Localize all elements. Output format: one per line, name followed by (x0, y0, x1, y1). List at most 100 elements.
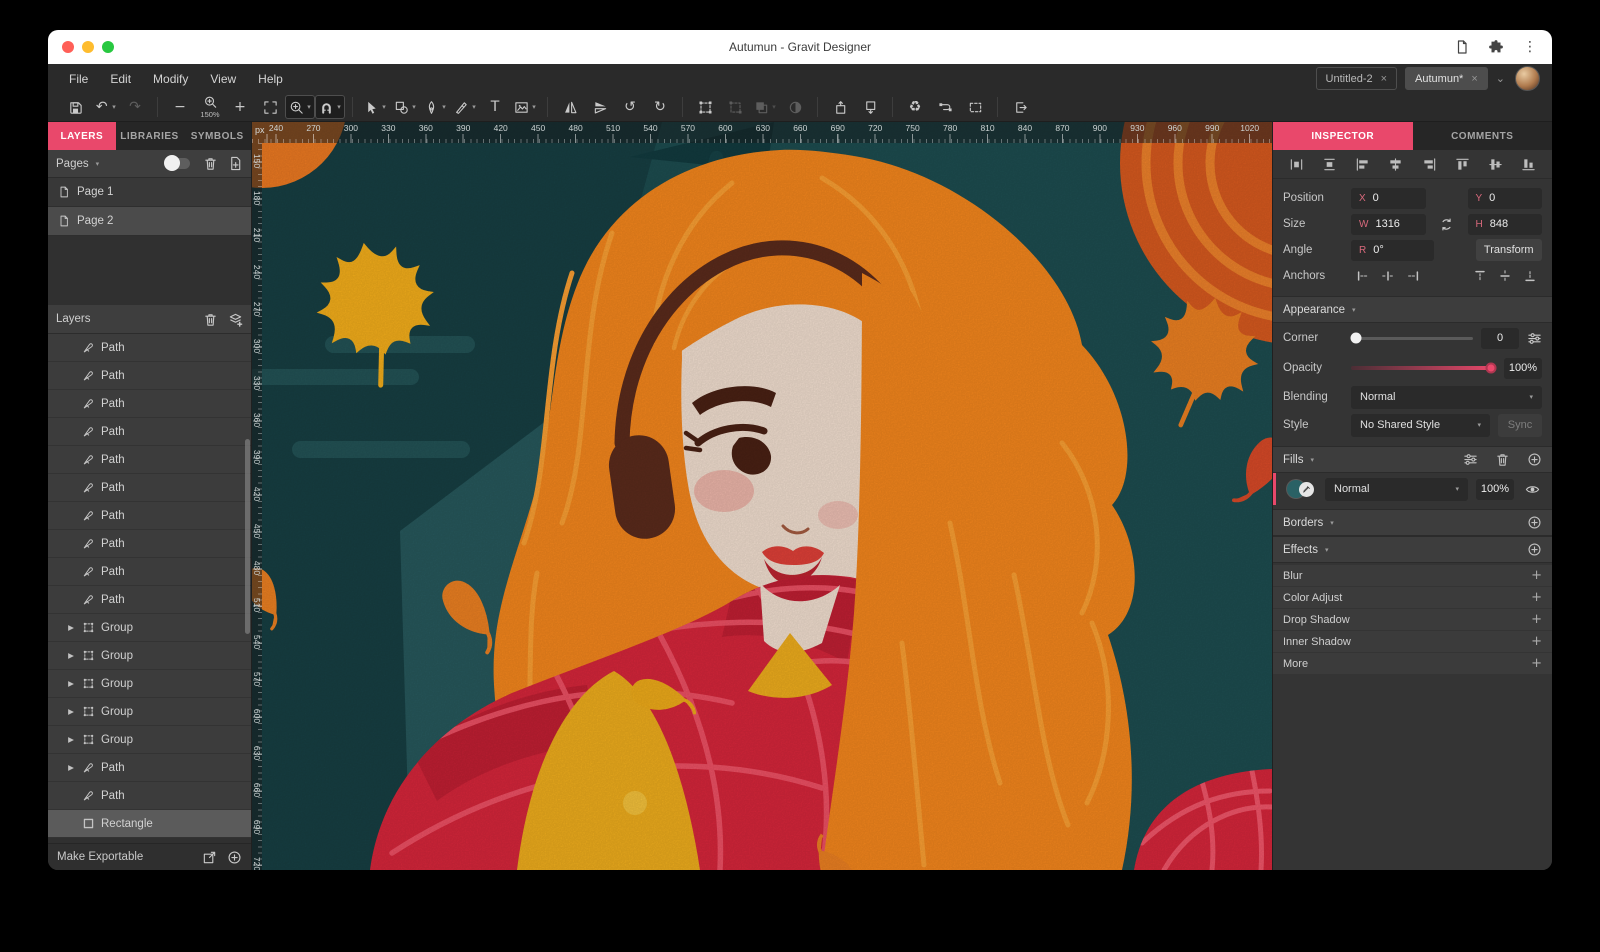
layer-row-path[interactable]: Path (48, 502, 251, 530)
tab-overflow-chevron-icon[interactable]: ⌄ (1496, 72, 1505, 85)
layer-row-path[interactable]: Path (48, 334, 251, 362)
pages-caret-icon[interactable]: ▾ (96, 160, 100, 168)
expander-icon[interactable]: ▶ (66, 735, 76, 744)
plus-circle-icon[interactable] (227, 850, 242, 865)
add-effect-icon[interactable]: + (1531, 590, 1542, 605)
maximize-window-button[interactable] (102, 41, 114, 53)
rotate-ccw-button[interactable]: ↺ (615, 95, 645, 119)
layer-row-group[interactable]: ▶Group (48, 726, 251, 754)
group-button[interactable] (690, 95, 720, 119)
anchor-top-icon[interactable] (1473, 269, 1487, 283)
add-effect-icon[interactable]: + (1531, 612, 1542, 627)
trash-icon[interactable] (203, 156, 218, 171)
tab-symbols[interactable]: SYMBOLS (183, 122, 251, 150)
kebab-menu-icon[interactable]: ⋮ (1522, 39, 1538, 55)
text-tool-button[interactable]: T (480, 95, 510, 119)
corner-value[interactable]: 0 (1481, 328, 1519, 349)
symbol-button[interactable]: ♻ (900, 95, 930, 119)
menu-view[interactable]: View (199, 72, 247, 86)
align-top-icon[interactable] (1455, 157, 1470, 172)
effect-row-color-adjust[interactable]: Color Adjust+ (1273, 587, 1552, 608)
pointer-tool-button[interactable]: ▾ (360, 95, 390, 119)
blending-dropdown[interactable]: Normal ▾ (1351, 386, 1542, 409)
layer-row-path[interactable]: Path (48, 530, 251, 558)
zoom-out-button[interactable]: − (165, 95, 195, 119)
tab-close-icon[interactable]: × (1381, 73, 1387, 85)
document-tab-untitled-2[interactable]: Untitled-2× (1316, 67, 1398, 90)
tab-layers[interactable]: LAYERS (48, 122, 116, 150)
fill-color-swatch[interactable] (1287, 479, 1317, 499)
plus-circle-icon[interactable] (1527, 515, 1542, 530)
layer-row-group[interactable]: ▶Group (48, 642, 251, 670)
layer-row-path[interactable]: Path (48, 362, 251, 390)
anchor-right-icon[interactable] (1406, 269, 1420, 283)
image-tool-button[interactable]: ▾ (510, 95, 540, 119)
slice-button[interactable] (960, 95, 990, 119)
plus-circle-icon[interactable] (1527, 542, 1542, 557)
distribute-vertical-icon[interactable] (1322, 157, 1337, 172)
zoom-level-control[interactable]: 150% (195, 95, 225, 119)
document-icon[interactable] (1454, 39, 1470, 55)
mask-button[interactable] (780, 95, 810, 119)
align-right-icon[interactable] (1422, 157, 1437, 172)
layer-row-path[interactable]: Path (48, 586, 251, 614)
expander-icon[interactable]: ▶ (66, 651, 76, 660)
align-middle-vertical-icon[interactable] (1488, 157, 1503, 172)
plus-circle-icon[interactable] (1527, 452, 1542, 467)
layer-row-path[interactable]: Path (48, 418, 251, 446)
opacity-value[interactable]: 100% (1504, 358, 1542, 379)
layers-scrollbar-thumb[interactable] (245, 439, 250, 634)
send-backward-button[interactable] (855, 95, 885, 119)
expander-icon[interactable]: ▶ (66, 623, 76, 632)
menu-file[interactable]: File (58, 72, 99, 86)
trash-icon[interactable] (203, 312, 218, 327)
layer-row-path[interactable]: Path (48, 558, 251, 586)
add-effect-icon[interactable]: + (1531, 568, 1542, 583)
tab-comments[interactable]: COMMENTS (1413, 122, 1553, 150)
ungroup-button[interactable] (720, 95, 750, 119)
layer-row-group[interactable]: ▶Group (48, 614, 251, 642)
opacity-slider[interactable] (1351, 361, 1496, 375)
flip-vertical-button[interactable] (585, 95, 615, 119)
fill-opacity-value[interactable]: 100% (1476, 479, 1514, 500)
layer-row-group[interactable]: ▶Group (48, 670, 251, 698)
size-width-field[interactable]: W 1316 (1351, 214, 1426, 235)
transform-button[interactable]: Transform (1476, 239, 1543, 261)
effect-row-blur[interactable]: Blur+ (1273, 565, 1552, 586)
page-row[interactable]: Page 2 (48, 207, 251, 236)
align-left-icon[interactable] (1355, 157, 1370, 172)
document-tab-autumun-[interactable]: Autumun*× (1405, 67, 1488, 90)
connector-button[interactable] (930, 95, 960, 119)
pen-tool-button[interactable]: ▾ (420, 95, 450, 119)
layer-row-group[interactable]: ▶Group (48, 698, 251, 726)
layer-row-path[interactable]: Path (48, 782, 251, 810)
zoom-tool-button[interactable]: ▾ (285, 95, 315, 119)
tab-close-icon[interactable]: × (1471, 73, 1477, 85)
expander-icon[interactable]: ▶ (66, 763, 76, 772)
eyedropper-icon[interactable] (1299, 482, 1314, 497)
export-button[interactable] (1005, 95, 1035, 119)
borders-header[interactable]: Borders ▾ (1273, 509, 1552, 536)
add-page-icon[interactable] (228, 156, 243, 171)
style-sync-button[interactable]: Sync (1498, 414, 1542, 437)
effects-header[interactable]: Effects ▾ (1273, 536, 1552, 563)
export-frame-icon[interactable] (202, 850, 217, 865)
save-button[interactable] (60, 95, 90, 119)
angle-field[interactable]: R 0° (1351, 240, 1434, 261)
distribute-horizontal-icon[interactable] (1289, 157, 1304, 172)
anchor-center-horizontal-icon[interactable] (1381, 269, 1395, 283)
zoom-in-button[interactable]: + (225, 95, 255, 119)
add-layer-icon[interactable] (228, 312, 243, 327)
layer-row-rectangle[interactable]: Rectangle (48, 810, 251, 838)
sync-size-icon[interactable] (1439, 217, 1454, 232)
expander-icon[interactable]: ▶ (66, 679, 76, 688)
menu-edit[interactable]: Edit (99, 72, 142, 86)
boolean-button[interactable]: ▾ (750, 95, 780, 119)
add-effect-icon[interactable]: + (1531, 634, 1542, 649)
menu-modify[interactable]: Modify (142, 72, 199, 86)
knife-tool-button[interactable]: ▾ (450, 95, 480, 119)
snap-tool-button[interactable]: ▾ (315, 95, 345, 119)
extension-icon[interactable] (1488, 39, 1504, 55)
layer-row-path[interactable]: Path (48, 390, 251, 418)
align-center-horizontal-icon[interactable] (1388, 157, 1403, 172)
